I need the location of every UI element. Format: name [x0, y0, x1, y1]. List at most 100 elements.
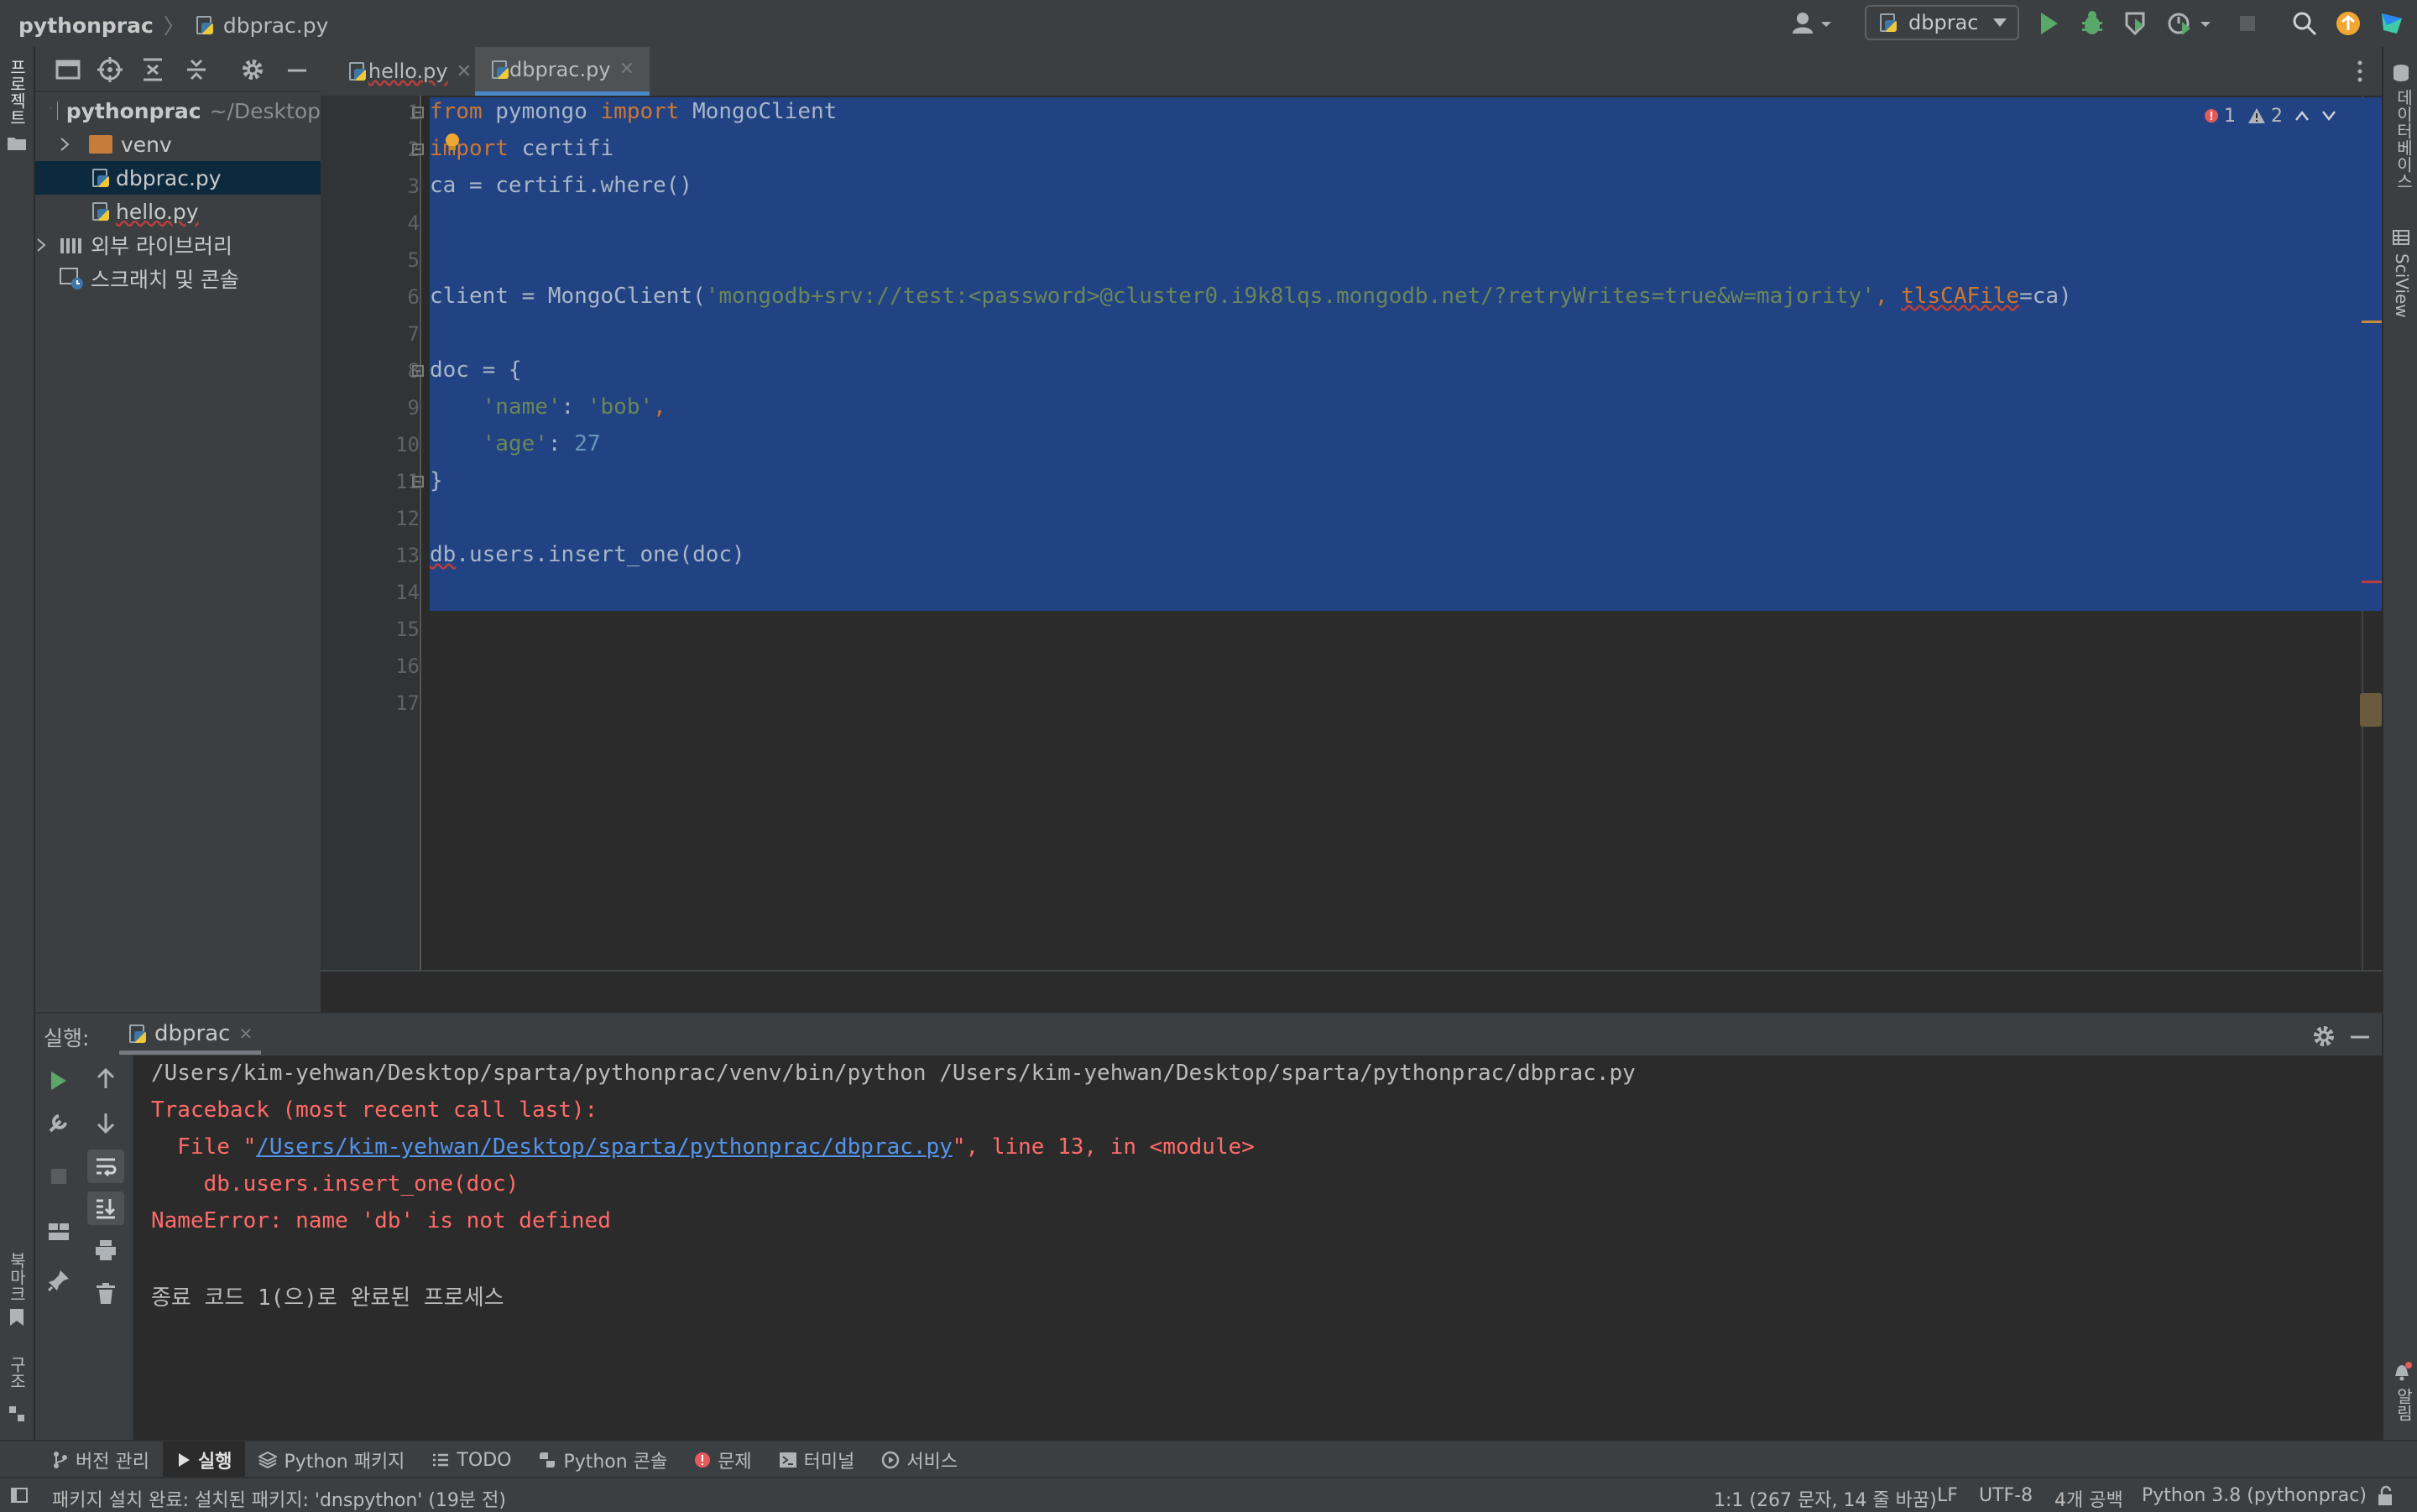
close-icon[interactable]: ✕ [238, 1024, 253, 1044]
warning-stripe-marker[interactable] [2362, 321, 2382, 323]
scroll-to-end-toggle[interactable] [87, 1191, 124, 1225]
punctuation: : [561, 394, 587, 420]
sciview-tool-button[interactable]: SciView [2392, 228, 2412, 318]
notifications-tool-button[interactable]: 알림 [2392, 1361, 2417, 1421]
code-editor[interactable]: 1 2 3 4 5 6 7 8 9 10 11 12 13 14 15 16 1… [321, 96, 2382, 970]
run-configuration-select[interactable]: dbprac [1865, 5, 2019, 40]
bookmarks-tool-label: 북마크 [5, 1252, 29, 1302]
fold-icon[interactable] [411, 364, 425, 378]
tree-root-pythonprac[interactable]: pythonprac ~/Desktop [35, 94, 321, 128]
panel-layout-icon[interactable] [55, 59, 81, 81]
stop-icon[interactable] [49, 1166, 69, 1186]
toggle-tool-windows-icon[interactable] [10, 1487, 29, 1504]
run-tab-dbprac[interactable]: dbprac ✕ [119, 1017, 261, 1055]
gear-icon[interactable] [240, 57, 265, 82]
tab-todo[interactable]: TODO [418, 1442, 525, 1478]
line-number: 3 [369, 175, 420, 198]
tab-terminal[interactable]: 터미널 [765, 1442, 869, 1478]
horizontal-scroll-area[interactable] [321, 970, 2382, 1012]
punctuation: , [1875, 284, 1901, 309]
rerun-icon[interactable] [49, 1069, 69, 1092]
bottom-tab-label: Python 콘솔 [563, 1447, 667, 1473]
run-icon [176, 1452, 191, 1468]
tab-run[interactable]: 실행 [163, 1442, 245, 1478]
layers-icon [258, 1451, 277, 1469]
notifications-tool-label: 알림 [2392, 1388, 2416, 1421]
warning-count: 2 [2271, 106, 2283, 127]
line-number: 10 [369, 433, 420, 456]
wrench-icon[interactable] [47, 1111, 70, 1134]
error-stripe-marker[interactable] [2362, 581, 2382, 583]
run-toolbar-secondary [81, 1056, 134, 1440]
stop-icon[interactable] [2237, 12, 2259, 35]
line-number: 4 [369, 211, 420, 235]
locate-icon[interactable] [97, 57, 123, 82]
services-icon [881, 1451, 900, 1469]
pin-icon[interactable] [47, 1269, 70, 1292]
lock-icon[interactable] [2375, 1485, 2397, 1507]
soft-wrap-toggle[interactable] [87, 1150, 124, 1183]
status-caret-position[interactable]: 1:1 (267 문자, 14 줄 바꿈) [1714, 1485, 1937, 1512]
more-icon[interactable] [2355, 59, 2365, 84]
update-icon[interactable] [2335, 10, 2362, 37]
status-message[interactable]: 패키지 설치 완료: 설치된 패키지: 'dnspython' (19분 전) [52, 1485, 506, 1512]
tree-item-scratches[interactable]: 스크래치 및 콘솔 [35, 262, 321, 295]
status-interpreter[interactable]: Python 3.8 (pythonprac) [2142, 1485, 2367, 1506]
tab-dbprac-py[interactable]: dbprac.py ✕ [475, 47, 650, 96]
layout-icon[interactable] [47, 1222, 70, 1242]
tree-item-external-libraries[interactable]: 외부 라이브러리 [35, 228, 321, 262]
tree-item-dbprac[interactable]: dbprac.py [35, 161, 321, 195]
fold-icon[interactable] [411, 475, 425, 488]
project-root-name: pythonprac [66, 99, 201, 123]
debug-icon[interactable] [2080, 10, 2105, 37]
profile-icon[interactable] [2167, 10, 2214, 37]
arrow-up-icon[interactable] [94, 1067, 117, 1091]
left-tool-strip: 프로젝트 북마크 구조 [0, 47, 35, 1440]
tab-services[interactable]: 서비스 [868, 1442, 971, 1478]
tab-version-control[interactable]: 버전 관리 [39, 1442, 163, 1478]
line-number-gutter: 1 2 3 4 5 6 7 8 9 10 11 12 13 14 15 16 1… [321, 96, 421, 970]
inspection-indicators[interactable]: 1 2 [2204, 99, 2380, 133]
line-number: 6 [369, 285, 420, 309]
tab-python-console[interactable]: Python 콘솔 [525, 1442, 681, 1478]
python-console-icon [538, 1451, 556, 1469]
jetbrains-logo-icon[interactable] [2378, 10, 2405, 37]
close-icon[interactable]: ✕ [619, 59, 634, 80]
tab-problems[interactable]: 문제 [681, 1442, 765, 1478]
breadcrumb-file[interactable]: dbprac.py [223, 13, 329, 38]
search-icon[interactable] [2291, 10, 2318, 37]
gear-icon[interactable] [2311, 1024, 2336, 1049]
expand-all-icon[interactable] [141, 57, 164, 82]
unresolved-parameter: tlsCAFile [1901, 284, 2019, 309]
status-line-separator[interactable]: LF [1937, 1485, 1958, 1506]
print-icon[interactable] [94, 1238, 117, 1262]
trash-icon[interactable] [94, 1282, 117, 1306]
tree-item-label: venv [121, 133, 172, 157]
user-icon[interactable] [1791, 10, 1833, 37]
bottom-tab-label: 실행 [198, 1447, 232, 1473]
folder-icon [89, 135, 112, 154]
breadcrumb-project[interactable]: pythonprac [18, 13, 154, 38]
tree-item-label: 외부 라이브러리 [91, 230, 232, 260]
tree-item-venv[interactable]: venv [35, 128, 321, 161]
minimize-icon[interactable] [285, 57, 309, 82]
scroll-thumb[interactable] [2360, 693, 2382, 727]
database-tool-button[interactable]: 데이터베이스 [2392, 64, 2417, 190]
minimize-icon[interactable] [2348, 1024, 2372, 1049]
tab-hello-py[interactable]: hello.py ✕ [332, 47, 487, 96]
tab-python-packages[interactable]: Python 패키지 [245, 1442, 418, 1478]
tree-item-hello[interactable]: hello.py [35, 195, 321, 228]
run-icon[interactable] [2038, 10, 2061, 37]
collapse-all-icon[interactable] [185, 57, 208, 82]
status-encoding[interactable]: UTF-8 [1979, 1485, 2033, 1506]
status-indent[interactable]: 4개 공백 [2054, 1485, 2123, 1512]
coverage-icon[interactable] [2123, 10, 2148, 37]
file-link[interactable]: /Users/kim-yehwan/Desktop/sparta/pythonp… [256, 1134, 953, 1160]
chevron-up-icon[interactable] [2294, 110, 2310, 122]
close-icon[interactable]: ✕ [457, 61, 472, 82]
lightbulb-icon[interactable] [443, 133, 462, 151]
chevron-down-icon[interactable] [2321, 110, 2336, 122]
arrow-down-icon[interactable] [94, 1111, 117, 1134]
fold-icon[interactable] [411, 106, 425, 119]
fold-icon[interactable] [411, 143, 425, 156]
